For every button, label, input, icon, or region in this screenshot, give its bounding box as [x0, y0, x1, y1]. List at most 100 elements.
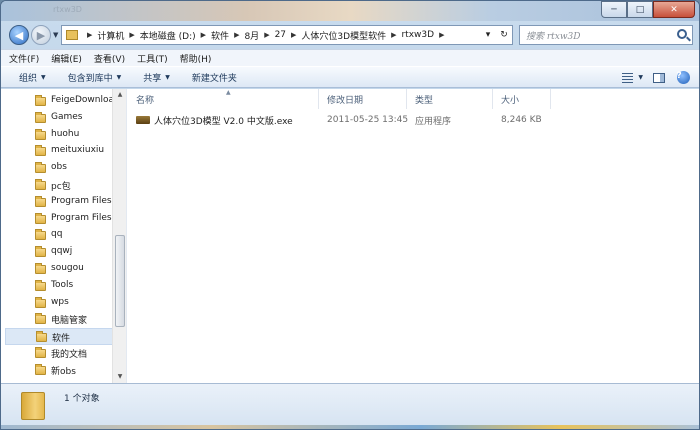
breadcrumb-segment[interactable]: 人体穴位3D模型软件: [301, 29, 386, 42]
scroll-up-arrow[interactable]: ▲: [113, 89, 126, 101]
tree-item[interactable]: Games: [5, 110, 115, 127]
view-details-icon: [621, 72, 633, 83]
tree-item-label: Tools: [51, 279, 74, 290]
tree-item-label: Games: [51, 111, 83, 122]
help-button[interactable]: ?: [675, 70, 691, 85]
chevron-down-icon: ▼: [116, 73, 122, 81]
change-view-button[interactable]: [619, 70, 635, 85]
breadcrumb-segment[interactable]: 软件: [211, 29, 229, 42]
tree-item[interactable]: obs: [5, 160, 115, 177]
menu-edit[interactable]: 编辑(E): [51, 52, 82, 65]
new-folder-label: 新建文件夹: [191, 73, 237, 84]
chevron-down-icon: ▼: [165, 73, 170, 81]
tree-item[interactable]: 电脑管家: [5, 311, 115, 328]
menu-help[interactable]: 帮助(H): [180, 52, 212, 65]
details-pane: 1 个对象: [1, 383, 699, 429]
file-type: 应用程序: [415, 116, 452, 127]
view-options-dropdown[interactable]: ▼: [638, 74, 643, 81]
tree-item-label: 我的文档: [51, 350, 88, 360]
tree-item[interactable]: 软件: [5, 328, 115, 346]
tree-item[interactable]: qq: [5, 227, 115, 244]
column-modified-label: 修改日期: [327, 95, 364, 106]
share-label: 共享: [143, 73, 162, 84]
close-button[interactable]: ✕: [653, 1, 695, 18]
share-button[interactable]: 共享 ▼: [143, 71, 170, 84]
include-in-library-button[interactable]: 包含到库中 ▼: [68, 71, 122, 84]
file-row[interactable]: 人体穴位3D模型 V2.0 中文版.exe 2011-05-25 13:45 应…: [128, 111, 699, 129]
column-name-label: 名称: [136, 95, 155, 106]
recent-pages-dropdown[interactable]: ▼: [53, 31, 58, 39]
tree-item[interactable]: wps: [5, 295, 115, 312]
column-header-size[interactable]: 大小: [493, 89, 551, 109]
sort-ascending-icon: ▲: [226, 89, 231, 96]
tree-item[interactable]: Program Files: [5, 211, 115, 228]
tree-item-label: wps: [51, 296, 69, 307]
tree-item[interactable]: Tools: [5, 278, 115, 295]
maximize-button[interactable]: □: [627, 1, 653, 18]
menu-file[interactable]: 文件(F): [9, 52, 39, 65]
column-header-name[interactable]: 名称 ▲: [128, 89, 319, 109]
breadcrumb-separator-icon[interactable]: ▶: [129, 31, 134, 39]
folder-icon: [35, 145, 46, 157]
tree-item[interactable]: pc包: [5, 177, 115, 194]
preview-pane-icon: [653, 72, 665, 83]
nav-scrollbar[interactable]: ▲ ▼: [112, 89, 126, 383]
breadcrumb-separator-icon[interactable]: ▶: [234, 31, 239, 39]
file-modified: 2011-05-25 13:45: [327, 115, 409, 125]
tree-item[interactable]: Program Files: [5, 194, 115, 211]
tree-item[interactable]: qqwj: [5, 244, 115, 261]
folder-icon: [35, 162, 46, 174]
menu-tools[interactable]: 工具(T): [137, 52, 168, 65]
menu-bar: 文件(F) 编辑(E) 查看(V) 工具(T) 帮助(H): [1, 49, 699, 66]
file-name-cell: 人体穴位3D模型 V2.0 中文版.exe: [128, 114, 319, 127]
caption-buttons: ─ □ ✕: [601, 1, 695, 19]
tree-item[interactable]: 新obs: [5, 362, 115, 379]
search-box[interactable]: 搜索 rtxw3D: [519, 25, 693, 45]
breadcrumb-separator-icon[interactable]: ▶: [201, 31, 206, 39]
tree-item[interactable]: FeigeDownloa: [5, 93, 115, 110]
address-bar[interactable]: ▶ 计算机 ▶ 本地磁盘 (D:) ▶ 软件 ▶ 8月 ▶ 27 ▶ 人体穴位3D模型软件 ▶ rtxw3…: [61, 25, 513, 45]
new-folder-button[interactable]: 新建文件夹: [192, 71, 237, 84]
breadcrumb-separator-icon[interactable]: ▶: [391, 31, 396, 39]
organize-button[interactable]: 组织 ▼: [19, 71, 46, 84]
search-input[interactable]: 搜索 rtxw3D: [526, 29, 581, 42]
breadcrumb-segment[interactable]: 8月: [244, 29, 259, 42]
forward-button[interactable]: ▶: [31, 25, 51, 45]
breadcrumb-segment[interactable]: rtxw3D: [401, 30, 434, 40]
folder-icon: [35, 229, 46, 241]
column-header-modified[interactable]: 修改日期: [319, 89, 407, 109]
breadcrumb-separator-icon[interactable]: ▶: [264, 31, 269, 39]
tree-item-label: qqwj: [51, 246, 73, 257]
tree-item[interactable]: sougou: [5, 261, 115, 278]
column-header-type[interactable]: 类型: [407, 89, 493, 109]
folder-icon: [35, 296, 46, 308]
help-icon: ?: [676, 71, 690, 84]
folder-icon: [66, 30, 78, 40]
folder-icon: [21, 392, 45, 420]
address-dropdown-button[interactable]: ▾: [480, 30, 496, 40]
application-icon: [136, 116, 150, 124]
folder-icon: [35, 111, 46, 123]
organize-label: 组织: [19, 73, 38, 84]
search-icon[interactable]: [677, 29, 687, 39]
tree-item[interactable]: meituxiuxiu: [5, 143, 115, 160]
breadcrumb-separator-icon[interactable]: ▶: [291, 31, 296, 39]
menu-view[interactable]: 查看(V): [94, 52, 125, 65]
breadcrumb-separator-icon[interactable]: ▶: [87, 31, 92, 39]
breadcrumb-segment[interactable]: 27: [275, 30, 286, 40]
tree-item[interactable]: huohu: [5, 127, 115, 144]
minimize-button[interactable]: ─: [601, 1, 627, 18]
tree-item-label: meituxiuxiu: [51, 145, 105, 156]
back-button[interactable]: ◀: [9, 25, 29, 45]
scroll-thumb[interactable]: [115, 235, 125, 327]
breadcrumb-separator-icon[interactable]: ▶: [439, 31, 444, 39]
breadcrumb-segment[interactable]: 计算机: [97, 29, 124, 42]
preview-pane-button[interactable]: [651, 70, 667, 85]
tree-item-label: Program Files: [51, 195, 112, 206]
breadcrumb-segment[interactable]: 本地磁盘 (D:): [140, 29, 196, 42]
tree-item-label: obs: [51, 162, 67, 173]
tree-item[interactable]: 我的文档: [5, 345, 115, 362]
explorer-window: rtxw3D ─ □ ✕ ◀ ▶ ▼ ▶ 计算机 ▶ 本地磁盘 (D:) ▶ 软件 ▶ 8月 ▶…: [0, 0, 700, 430]
scroll-down-arrow[interactable]: ▼: [113, 371, 126, 383]
refresh-icon[interactable]: ↻: [496, 30, 512, 40]
